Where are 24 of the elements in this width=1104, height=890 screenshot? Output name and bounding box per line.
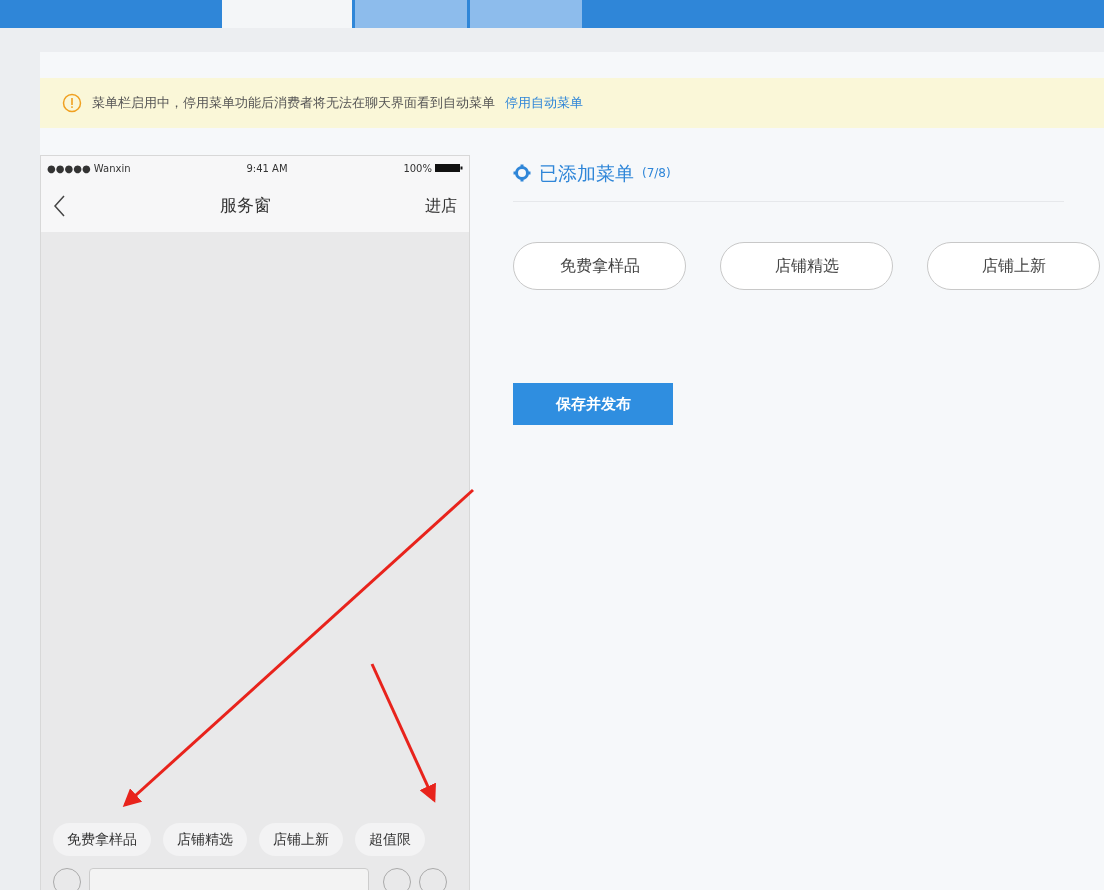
- tab[interactable]: [222, 0, 352, 28]
- enter-store-link[interactable]: 进店: [425, 194, 457, 218]
- back-icon[interactable]: [53, 195, 65, 217]
- nav-title: 服务窗: [219, 194, 271, 218]
- tab[interactable]: [470, 0, 582, 28]
- info-icon: [62, 93, 82, 113]
- gear-icon: [513, 164, 531, 182]
- tab[interactable]: [355, 0, 467, 28]
- carrier-text: ●●●●● Wanxin: [47, 161, 131, 176]
- menu-count: (7/8): [642, 165, 671, 182]
- battery-text: 100%: [403, 161, 432, 176]
- menu-item-button[interactable]: 店铺精选: [720, 242, 893, 290]
- disable-menu-link[interactable]: 停用自动菜单: [505, 93, 583, 113]
- message-input[interactable]: [89, 868, 369, 890]
- time-text: 9:41 AM: [246, 161, 288, 176]
- menu-chip[interactable]: 免费拿样品: [53, 823, 151, 856]
- notice-text: 菜单栏启用中，停用菜单功能后消费者将无法在聊天界面看到自动菜单: [92, 94, 495, 113]
- panel-title: 已添加菜单: [539, 160, 634, 186]
- battery-icon: [435, 163, 463, 173]
- menu-chip[interactable]: 店铺精选: [163, 823, 247, 856]
- menu-item-button[interactable]: 店铺上新: [927, 242, 1100, 290]
- menu-item-button[interactable]: 免费拿样品: [513, 242, 686, 290]
- menu-chip[interactable]: 店铺上新: [259, 823, 343, 856]
- menu-chip[interactable]: 超值限: [355, 823, 425, 856]
